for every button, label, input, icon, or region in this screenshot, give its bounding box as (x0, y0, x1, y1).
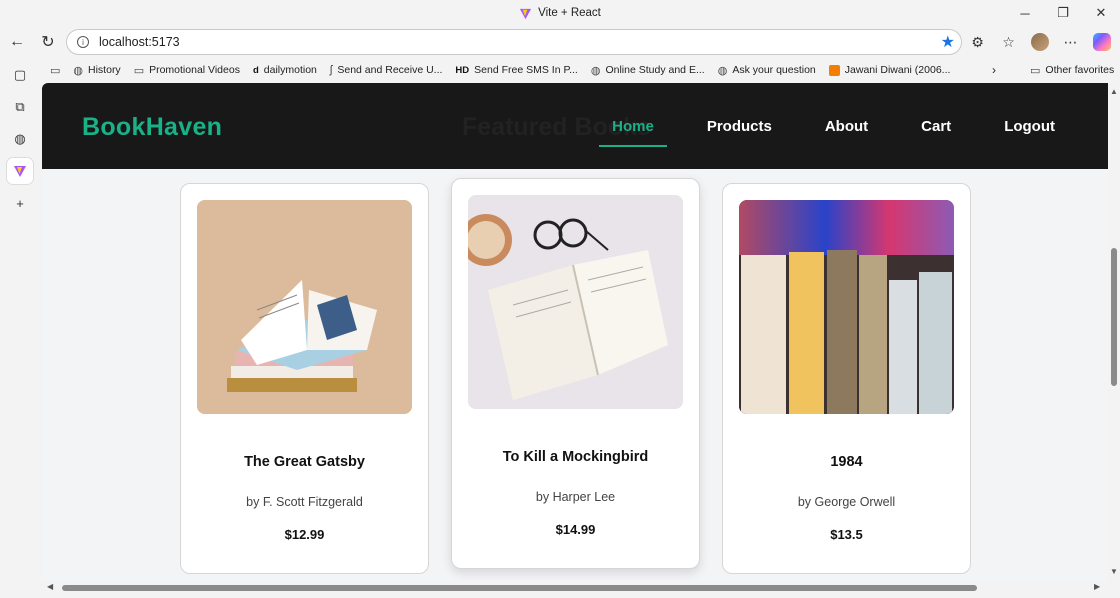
favorites-icon[interactable]: ☆ (994, 28, 1023, 56)
add-icon[interactable]: + (7, 190, 33, 216)
bookmark-item[interactable]: Jawani Diwani (2006... (828, 64, 950, 76)
book-author: by George Orwell (797, 495, 896, 509)
bookmark-manager-icon[interactable]: ▭ (50, 64, 60, 77)
bookmark-item[interactable]: HD Send Free SMS In P... (455, 64, 577, 76)
dailymotion-icon: d (252, 64, 259, 76)
book-title: To Kill a Mockingbird (502, 449, 649, 465)
nav-logout[interactable]: Logout (991, 110, 1068, 143)
refresh-button[interactable]: ↻ (34, 28, 62, 56)
browser-toolbar: ← ↻ i localhost:5173 ★ ⚙ ☆ ⋯ (0, 26, 1120, 58)
folder-icon: ▭ (1030, 64, 1041, 77)
address-bar[interactable]: i localhost:5173 ★ (66, 29, 962, 55)
favorite-star-icon[interactable]: ★ (941, 32, 955, 52)
back-button[interactable]: ← (3, 28, 31, 56)
vite-logo-icon (14, 166, 26, 177)
other-favorites[interactable]: ▭ Other favorites (1030, 64, 1114, 77)
scroll-down-icon[interactable]: ▼ (1110, 567, 1118, 576)
vertical-scroll-thumb[interactable] (1111, 248, 1117, 386)
blogger-icon (828, 64, 840, 76)
bookmark-item[interactable]: ◍ Ask your question (718, 64, 816, 77)
horizontal-scroll-thumb[interactable] (62, 585, 977, 591)
vite-tab-icon[interactable] (7, 158, 33, 184)
globe-icon[interactable]: ◍ (7, 126, 33, 152)
avatar (1030, 33, 1049, 51)
copilot-button[interactable] (1087, 28, 1116, 56)
book-price: $14.99 (555, 522, 596, 537)
hd-icon: HD (455, 64, 470, 76)
window-title-bar: Vite + React ─ ❐ ✕ (0, 0, 1120, 26)
book-image-stack (197, 200, 412, 414)
brand-logo[interactable]: BookHaven (82, 113, 222, 142)
bookmark-item[interactable]: ▭ Promotional Videos (134, 64, 240, 77)
copilot-icon (1092, 33, 1111, 51)
book-price: $13.5 (830, 527, 863, 542)
book-card[interactable]: 1984 by George Orwell $13.5 (722, 183, 971, 574)
page-viewport: Featured Books BookHaven Home Products A… (42, 83, 1108, 581)
window-title: Vite + React (519, 7, 601, 20)
browser-sidebar: ▢ ⧉ ◍ + (0, 58, 40, 598)
book-title: 1984 (830, 454, 863, 470)
globe-icon: ◍ (717, 64, 728, 77)
site-info-icon[interactable]: i (77, 36, 89, 48)
more-menu-icon[interactable]: ⋯ (1056, 28, 1085, 56)
tabs-icon[interactable]: ▢ (7, 62, 33, 88)
main-nav: Home Products About Cart Logout (572, 83, 1108, 169)
scroll-up-icon[interactable]: ▲ (1110, 87, 1118, 96)
book-title: The Great Gatsby (244, 454, 365, 470)
book-author: by Harper Lee (535, 490, 616, 504)
chevron-right-icon[interactable]: › (992, 63, 996, 77)
nav-home[interactable]: Home (599, 110, 667, 147)
horizontal-scrollbar[interactable]: ◀ ▶ (42, 581, 1108, 595)
book-image-shelf (739, 200, 954, 414)
globe-icon: ◍ (73, 64, 84, 77)
restore-button[interactable]: ❐ (1044, 0, 1082, 26)
bookmark-item[interactable]: d dailymotion (253, 64, 317, 76)
nav-about[interactable]: About (812, 110, 881, 143)
sms-icon: ʃ (329, 64, 333, 76)
vertical-scrollbar[interactable]: ▲ ▼ (1108, 83, 1120, 581)
globe-icon: ◍ (590, 64, 601, 77)
bookmarks-bar: ▭ ◍ History ▭ Promotional Videos d dailymot… (50, 58, 1120, 82)
nav-products[interactable]: Products (694, 110, 785, 143)
close-button[interactable]: ✕ (1082, 0, 1120, 26)
profile-avatar-button[interactable] (1025, 28, 1054, 56)
site-header: Featured Books BookHaven Home Products A… (42, 83, 1108, 169)
minimize-button[interactable]: ─ (1006, 0, 1044, 26)
window-title-text: Vite + React (538, 7, 601, 19)
bookmark-item[interactable]: ◍ History (73, 64, 120, 77)
folder-icon: ▭ (133, 64, 145, 77)
scroll-left-icon[interactable]: ◀ (47, 582, 53, 591)
book-image-open-book (468, 195, 683, 409)
book-card[interactable]: To Kill a Mockingbird by Harper Lee $14.… (451, 178, 700, 569)
bookmark-item[interactable]: ʃ Send and Receive U... (330, 64, 443, 76)
book-price: $12.99 (284, 527, 325, 542)
book-author: by F. Scott Fitzgerald (246, 495, 363, 509)
vite-logo-icon (520, 8, 532, 19)
nav-cart[interactable]: Cart (908, 110, 964, 143)
bookmark-item[interactable]: ◍ Online Study and E... (591, 64, 705, 77)
extensions-icon[interactable]: ⚙ (963, 28, 992, 56)
book-card[interactable]: The Great Gatsby by F. Scott Fitzgerald … (180, 183, 429, 574)
collections-icon[interactable]: ⧉ (7, 94, 33, 120)
url-text: localhost:5173 (99, 35, 180, 49)
scroll-right-icon[interactable]: ▶ (1094, 582, 1100, 591)
